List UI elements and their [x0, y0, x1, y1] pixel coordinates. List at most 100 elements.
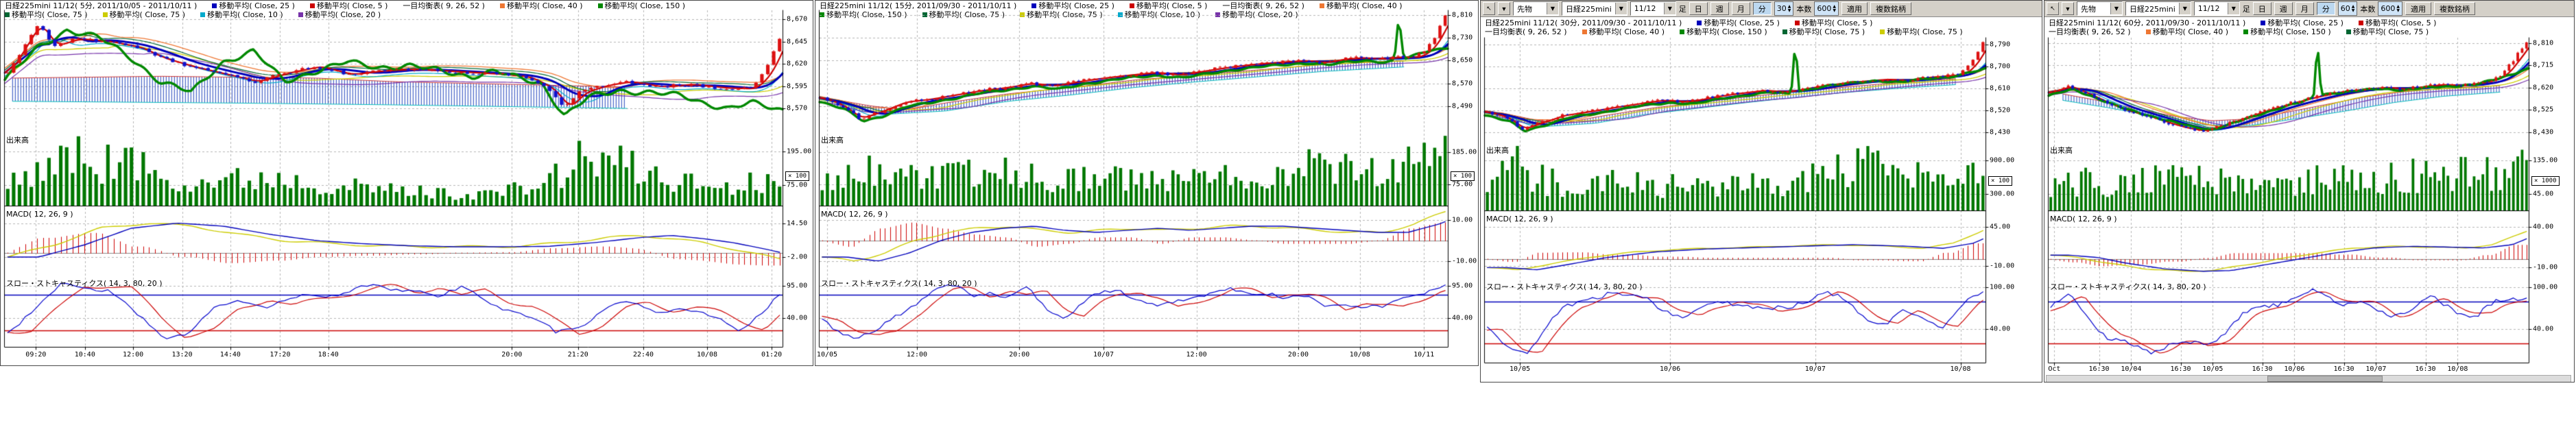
time-axis-label: 17:20 — [270, 351, 290, 359]
time-axis-label: 16:30 — [2415, 365, 2435, 373]
volume-multiplier-badge: × 1000 — [2531, 176, 2560, 186]
y-axis-tick-label: 100.00 — [1990, 284, 2014, 291]
time-axis-label: 10:40 — [75, 351, 95, 359]
time-axis-label: 10/07 — [2365, 365, 2386, 373]
macd-pane-label: MACD( 12, 26, 9 ) — [2050, 215, 2117, 223]
y-axis-tick-label: 8,525 — [2533, 106, 2553, 114]
volume-multiplier-badge: × 100 — [1988, 176, 2012, 186]
y-axis-tick-label: 45.00 — [1990, 223, 2010, 230]
time-axis-label: 10/05 — [2202, 365, 2223, 373]
horizontal-scrollbar[interactable] — [2046, 375, 2571, 382]
y-axis-tick-label: 8,520 — [1990, 107, 2010, 114]
time-axis-label: 10/04 — [2121, 365, 2141, 373]
time-axis-label: 10/08 — [1350, 351, 1370, 359]
time-axis-label: 12:00 — [123, 351, 143, 359]
y-axis-tick-label: 40.00 — [1990, 326, 2010, 333]
time-axis-label: 16:30 — [2088, 365, 2109, 373]
chart-window-30min: ↖▼先物▼日経225mini▼11/12▼足日週月分30▲▼本数600▲▼適用複… — [1480, 0, 2042, 382]
time-axis-label: Oct — [2048, 365, 2060, 373]
y-axis-tick-label: -10.00 — [2533, 263, 2557, 271]
time-axis-label: 01:20 — [761, 351, 782, 359]
time-axis-label: 16:30 — [2252, 365, 2272, 373]
y-axis-tick-label: 900.00 — [1990, 157, 2014, 165]
volume-multiplier-badge: × 100 — [785, 171, 809, 181]
stochastics-pane-label: スロー・ストキャスティクス( 14, 3, 80, 20 ) — [6, 278, 163, 289]
time-axis-label: 22:40 — [633, 351, 654, 359]
time-axis-label: 10/08 — [1950, 365, 1970, 373]
y-axis-tick-label: 8,610 — [1990, 85, 2010, 93]
y-axis-tick-label: 14.50 — [787, 219, 807, 227]
y-axis-tick-label: 40.00 — [2533, 223, 2553, 231]
time-axis-label: 12:00 — [1186, 351, 1207, 359]
scrollbar-thumb[interactable] — [2267, 376, 2383, 382]
y-axis-tick-label: 8,700 — [1990, 63, 2010, 71]
y-axis-tick-label: 8,570 — [787, 105, 807, 112]
chart-canvas[interactable] — [2044, 1, 2575, 382]
time-axis-label: 10/05 — [1510, 365, 1530, 373]
chart-window-60min: ↖▼先物▼日経225mini▼11/12▼足日週月分60▲▼本数600▲▼適用複… — [2044, 0, 2575, 382]
volume-multiplier-badge: × 100 — [1451, 171, 1475, 181]
y-axis-tick-label: 10.00 — [1452, 217, 1472, 224]
y-axis-tick-label: 40.00 — [787, 315, 807, 322]
macd-pane-label: MACD( 12, 26, 9 ) — [6, 210, 73, 219]
trading-app-screen: 日経225mini 11/12( 5分, 2011/10/05 - 2011/1… — [0, 0, 2576, 425]
y-axis-tick-label: 195.00 — [787, 148, 811, 156]
y-axis-tick-label: 8,810 — [1452, 11, 1472, 19]
y-axis-tick-label: 300.00 — [1990, 190, 2014, 197]
y-axis-tick-label: 95.00 — [1452, 282, 1472, 289]
y-axis-tick-label: 8,430 — [1990, 129, 2010, 136]
y-axis-tick-label: 8,620 — [2533, 84, 2553, 91]
stochastics-pane-label: スロー・ストキャスティクス( 14, 3, 80, 20 ) — [2050, 281, 2206, 292]
stochastics-pane-label: スロー・ストキャスティクス( 14, 3, 80, 20 ) — [1486, 281, 1643, 292]
volume-pane-label: 出来高 — [2050, 145, 2073, 156]
y-axis-tick-label: -10.00 — [1990, 263, 2014, 270]
chart-canvas[interactable] — [1, 1, 813, 366]
time-axis-label: 18:40 — [318, 351, 339, 359]
time-axis-label: 10/05 — [817, 351, 837, 359]
y-axis-tick-label: 8,620 — [787, 60, 807, 68]
chart-canvas[interactable] — [1481, 1, 2042, 382]
y-axis-tick-label: 8,430 — [2533, 128, 2553, 136]
time-axis-label: 16:30 — [2170, 365, 2191, 373]
y-axis-tick-label: 8,670 — [787, 16, 807, 23]
y-axis-tick-label: 8,595 — [787, 82, 807, 90]
volume-pane-label: 出来高 — [6, 134, 29, 145]
time-axis-label: 10/07 — [1805, 365, 1826, 373]
y-axis-tick-label: -10.00 — [1452, 258, 1477, 265]
volume-pane-label: 出来高 — [1486, 145, 1509, 156]
time-axis-label: 14:40 — [220, 351, 241, 359]
y-axis-tick-label: 75.00 — [1452, 180, 1472, 188]
y-axis-tick-label: 8,790 — [1990, 40, 2010, 48]
time-axis-label: 10/06 — [2284, 365, 2304, 373]
time-axis-label: 09:20 — [25, 351, 46, 359]
y-axis-tick-label: 8,645 — [787, 38, 807, 45]
time-axis-label: 10/07 — [1093, 351, 1114, 359]
y-axis-tick-label: -2.00 — [787, 254, 807, 261]
macd-pane-label: MACD( 12, 26, 9 ) — [821, 210, 888, 219]
y-axis-tick-label: 8,490 — [1452, 103, 1472, 110]
time-axis-label: 20:00 — [1009, 351, 1029, 359]
y-axis-tick-label: 8,650 — [1452, 57, 1472, 64]
time-axis-label: 10/08 — [697, 351, 717, 359]
time-axis-label: 21:20 — [568, 351, 588, 359]
time-axis-label: 10/11 — [1414, 351, 1434, 359]
time-axis-label: 16:30 — [2333, 365, 2354, 373]
time-axis-label: 10/06 — [1660, 365, 1680, 373]
y-axis-tick-label: 8,730 — [1452, 34, 1472, 42]
time-axis-label: 10/08 — [2447, 365, 2468, 373]
time-axis-label: 13:20 — [171, 351, 192, 359]
y-axis-tick-label: 40.00 — [2533, 326, 2553, 333]
macd-pane-label: MACD( 12, 26, 9 ) — [1486, 215, 1553, 223]
volume-pane-label: 出来高 — [821, 134, 844, 145]
y-axis-tick-label: 8,570 — [1452, 80, 1472, 87]
y-axis-tick-label: 8,810 — [2533, 39, 2553, 47]
y-axis-tick-label: 100.00 — [2533, 284, 2557, 291]
time-axis-label: 20:00 — [501, 351, 522, 359]
y-axis-tick-label: 185.00 — [1452, 149, 1477, 156]
y-axis-tick-label: 135.00 — [2533, 157, 2557, 165]
time-axis-label: 20:00 — [1288, 351, 1309, 359]
time-axis-label: 12:00 — [907, 351, 927, 359]
chart-canvas[interactable] — [815, 1, 1479, 366]
y-axis-tick-label: 45.00 — [2533, 190, 2553, 197]
y-axis-tick-label: 95.00 — [787, 282, 807, 289]
